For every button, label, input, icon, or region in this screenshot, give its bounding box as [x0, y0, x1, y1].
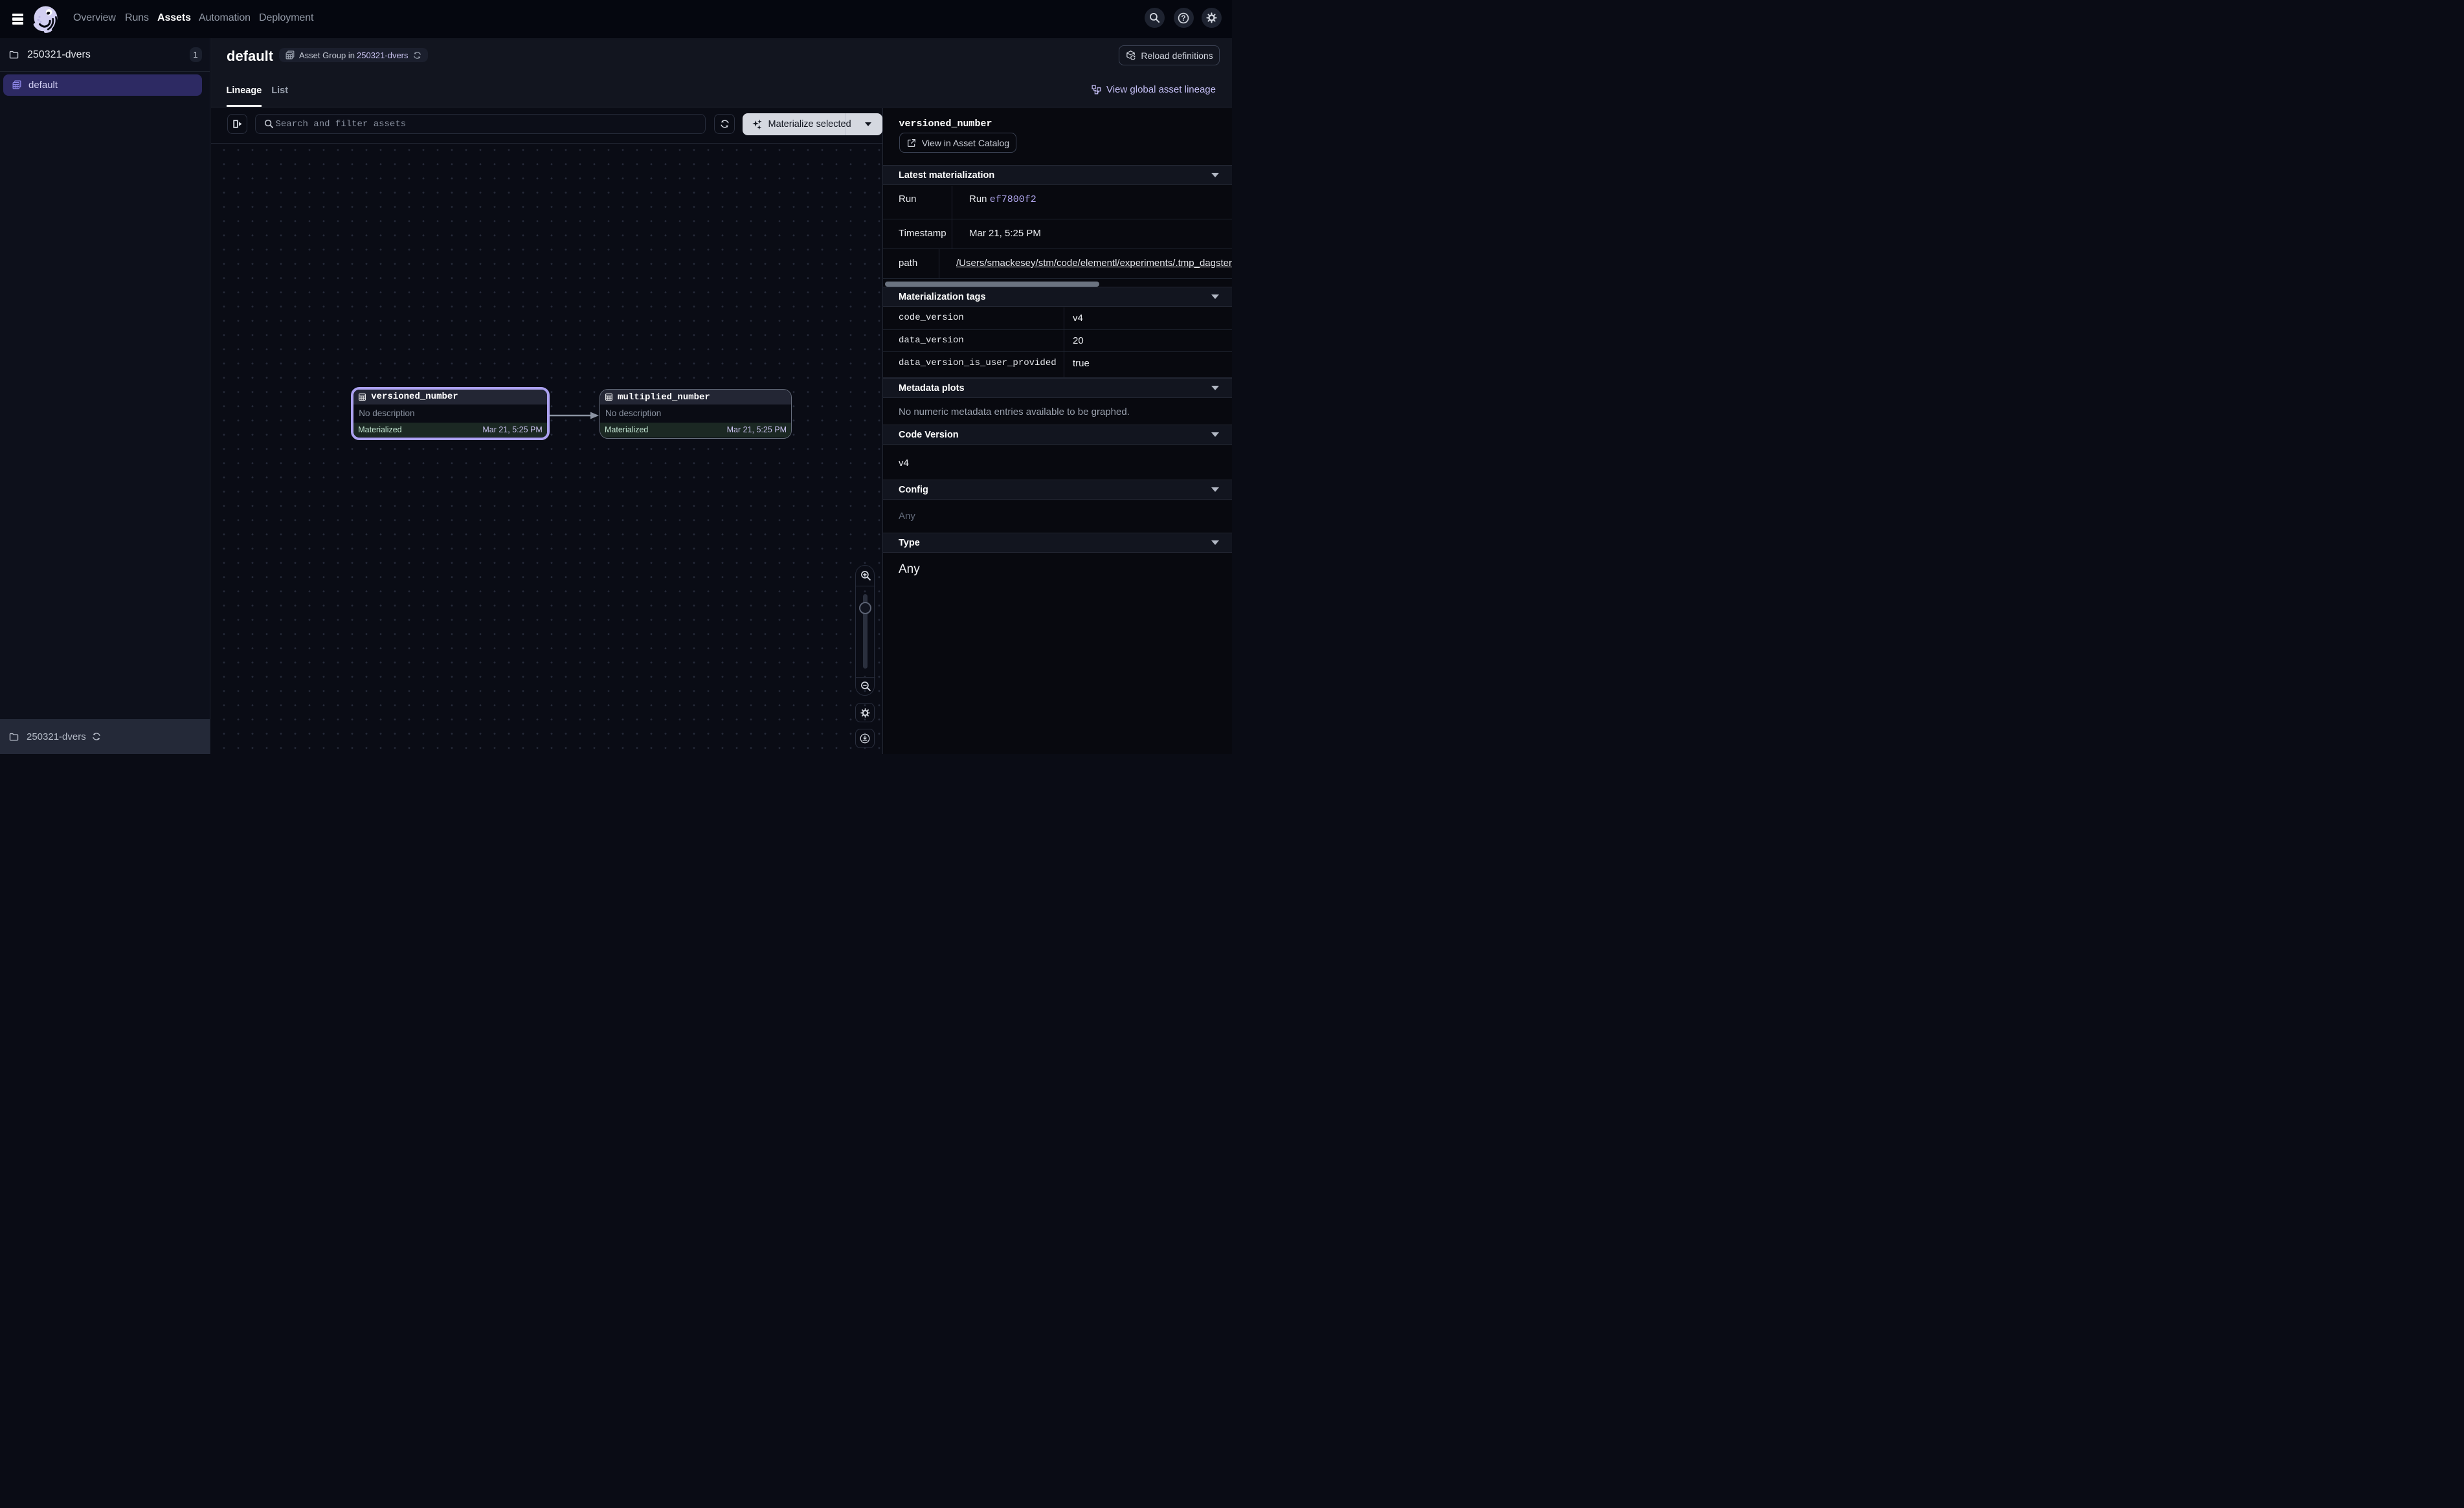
- svg-text:?: ?: [1181, 13, 1185, 22]
